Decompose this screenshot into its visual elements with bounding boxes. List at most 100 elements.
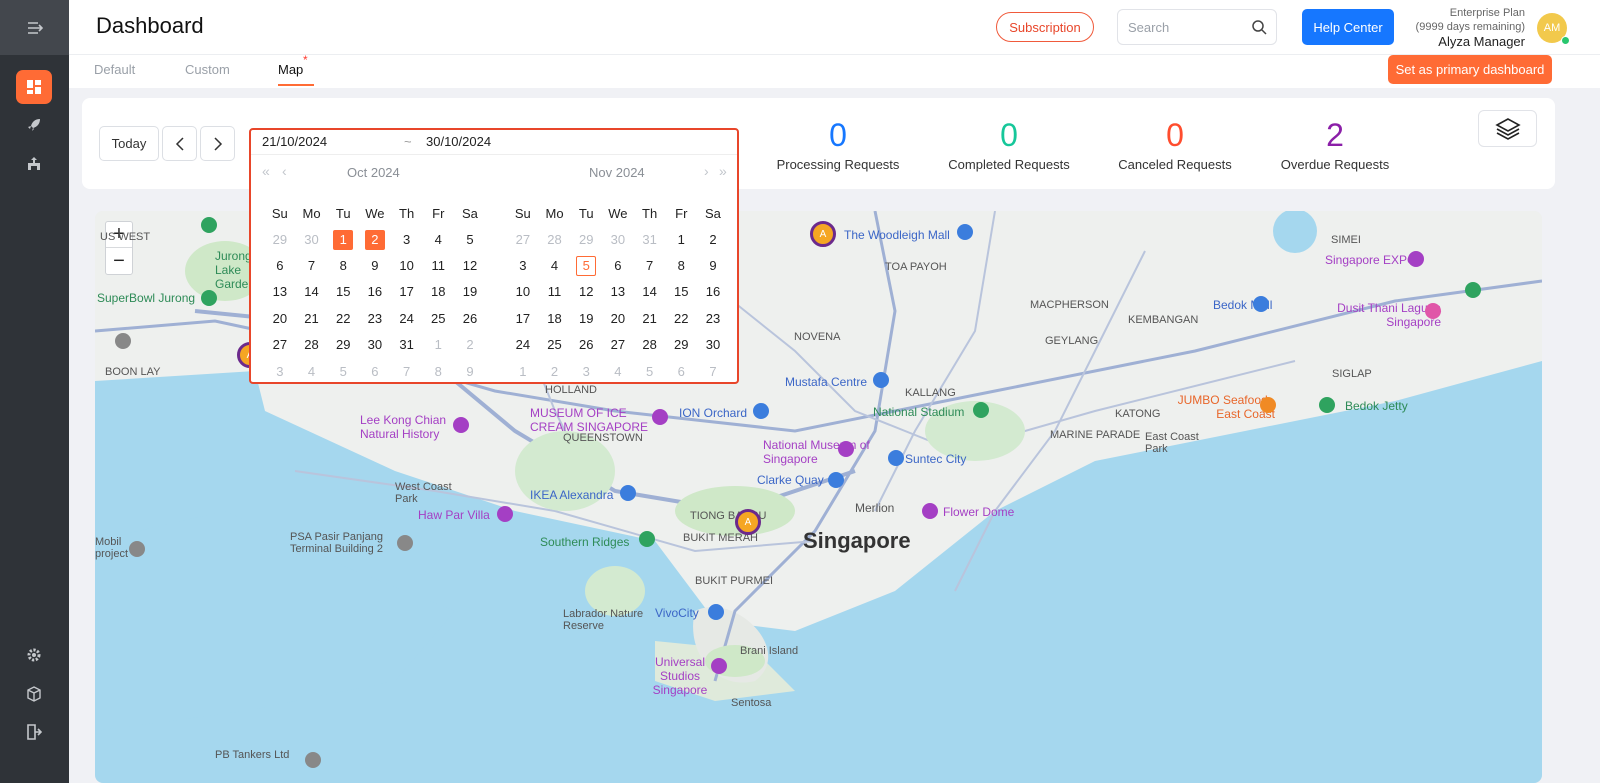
calendar-day[interactable]: 13 <box>602 282 634 302</box>
building-pin-icon[interactable] <box>115 333 131 349</box>
calendar-day[interactable]: 11 <box>422 256 454 276</box>
calendar-day[interactable]: 8 <box>422 362 454 382</box>
calendar-day[interactable]: 29 <box>570 230 602 250</box>
shopping-pin-icon[interactable] <box>888 450 904 466</box>
museum-pin-icon[interactable] <box>838 441 854 457</box>
shopping-pin-icon[interactable] <box>957 224 973 240</box>
calendar-day[interactable]: 5 <box>327 362 359 382</box>
request-marker[interactable]: A <box>735 509 761 535</box>
restaurant-pin-icon[interactable] <box>1260 397 1276 413</box>
calendar-day[interactable]: 9 <box>697 256 729 276</box>
calendar-day[interactable]: 7 <box>296 256 328 276</box>
calendar-day[interactable]: 15 <box>665 282 697 302</box>
poi-woodleigh[interactable]: The Woodleigh Mall <box>844 228 950 242</box>
calendar-day[interactable]: 8 <box>665 256 697 276</box>
sidebar-item-dashboard[interactable] <box>16 70 52 104</box>
attraction-pin-icon[interactable] <box>711 658 727 674</box>
end-date-input[interactable]: 30/10/2024 <box>426 134 491 149</box>
shopping-pin-icon[interactable] <box>753 403 769 419</box>
sidebar-item-packages[interactable] <box>16 677 52 711</box>
calendar-day[interactable]: 23 <box>359 309 391 329</box>
next-month-icon[interactable]: › <box>704 163 709 179</box>
right-month-title[interactable]: Nov 2024 <box>589 165 645 180</box>
poi-bedok-jetty[interactable]: Bedok Jetty <box>1345 399 1408 413</box>
calendar-day[interactable]: 24 <box>391 309 423 329</box>
calendar-day[interactable]: 4 <box>539 256 571 276</box>
calendar-day[interactable]: 25 <box>422 309 454 329</box>
poi-dusit[interactable]: Dusit Thani Laguna Singapore <box>1331 301 1441 329</box>
poi-southern-ridges[interactable]: Southern Ridges <box>540 535 629 549</box>
calendar-day[interactable]: 16 <box>697 282 729 302</box>
next-period-button[interactable] <box>200 126 235 161</box>
poi-stadium[interactable]: National Stadium <box>873 405 964 419</box>
tab-default[interactable]: Default <box>94 62 135 77</box>
calendar-day[interactable]: 18 <box>539 309 571 329</box>
calendar-day[interactable]: 4 <box>422 230 454 250</box>
tab-map[interactable]: Map <box>278 62 303 77</box>
poi-ikea[interactable]: IKEA Alexandra <box>530 488 613 502</box>
calendar-day[interactable]: 29 <box>665 335 697 355</box>
calendar-day[interactable]: 12 <box>570 282 602 302</box>
calendar-day[interactable]: 1 <box>507 362 539 382</box>
calendar-day[interactable]: 2 <box>454 335 486 355</box>
poi-vivocity[interactable]: VivoCity <box>655 606 699 620</box>
calendar-day[interactable]: 15 <box>327 282 359 302</box>
calendar-day[interactable]: 28 <box>296 335 328 355</box>
calendar-day[interactable]: 3 <box>507 256 539 276</box>
poi-merlion[interactable]: Merlion <box>855 501 894 515</box>
calendar-day[interactable]: 31 <box>634 230 666 250</box>
calendar-day[interactable]: 7 <box>391 362 423 382</box>
prev-period-button[interactable] <box>162 126 197 161</box>
calendar-day[interactable]: 13 <box>264 282 296 302</box>
poi-national-museum[interactable]: National Museum of Singapore <box>763 438 873 466</box>
calendar-day[interactable]: 2 <box>539 362 571 382</box>
calendar-day[interactable]: 1 <box>327 229 359 250</box>
search-input[interactable]: Search <box>1117 9 1277 45</box>
calendar-day[interactable]: 30 <box>296 230 328 250</box>
calendar-day[interactable]: 6 <box>665 362 697 382</box>
search-icon[interactable] <box>1251 19 1267 35</box>
calendar-day[interactable]: 6 <box>359 362 391 382</box>
stadium-pin-icon[interactable] <box>973 402 989 418</box>
poi-jumbo[interactable]: JUMBO Seafood - East Coast <box>1165 393 1275 421</box>
subscription-button[interactable]: Subscription <box>996 12 1094 42</box>
attraction-pin-icon[interactable] <box>922 503 938 519</box>
poi-ion-orchard[interactable]: ION Orchard <box>679 406 747 420</box>
shopping-pin-icon[interactable] <box>708 604 724 620</box>
calendar-day[interactable]: 7 <box>634 256 666 276</box>
calendar-day[interactable]: 30 <box>602 230 634 250</box>
zoom-out-button[interactable]: − <box>106 248 132 274</box>
calendar-day[interactable]: 3 <box>264 362 296 382</box>
poi-superbowl[interactable]: SuperBowl Jurong <box>97 291 195 305</box>
calendar-day[interactable]: 18 <box>422 282 454 302</box>
left-month-title[interactable]: Oct 2024 <box>347 165 400 180</box>
prev-year-icon[interactable]: « <box>262 163 270 179</box>
user-name[interactable]: Alyza Manager <box>1416 35 1525 49</box>
calendar-day[interactable]: 7 <box>697 362 729 382</box>
sidebar-item-launch[interactable] <box>16 108 52 142</box>
prev-month-icon[interactable]: ‹ <box>282 163 287 179</box>
calendar-day[interactable]: 30 <box>697 335 729 355</box>
calendar-day[interactable]: 28 <box>634 335 666 355</box>
calendar-day[interactable]: 9 <box>359 256 391 276</box>
calendar-day[interactable]: 3 <box>391 230 423 250</box>
poi-flower-dome[interactable]: Flower Dome <box>943 505 1014 519</box>
calendar-day[interactable]: 23 <box>697 309 729 329</box>
building-pin-icon[interactable] <box>397 535 413 551</box>
calendar-day[interactable]: 5 <box>634 362 666 382</box>
poi-haw-par[interactable]: Haw Par Villa <box>418 508 490 522</box>
poi-lee-kong-chian[interactable]: Lee Kong Chian Natural History <box>360 413 460 441</box>
calendar-day[interactable]: 25 <box>539 335 571 355</box>
calendar-day[interactable]: 29 <box>264 230 296 250</box>
building-pin-icon[interactable] <box>129 541 145 557</box>
poi-museum-ice-cream[interactable]: MUSEUM OF ICE CREAM SINGAPORE <box>530 406 650 434</box>
calendar-day[interactable]: 3 <box>570 362 602 382</box>
park-pin-icon[interactable] <box>201 217 217 233</box>
calendar-day[interactable]: 20 <box>602 309 634 329</box>
calendar-day[interactable]: 30 <box>359 335 391 355</box>
calendar-day[interactable]: 6 <box>602 256 634 276</box>
sidebar-item-logout[interactable] <box>16 715 52 749</box>
calendar-day[interactable]: 16 <box>359 282 391 302</box>
calendar-day[interactable]: 10 <box>507 282 539 302</box>
venue-pin-icon[interactable] <box>1408 251 1424 267</box>
